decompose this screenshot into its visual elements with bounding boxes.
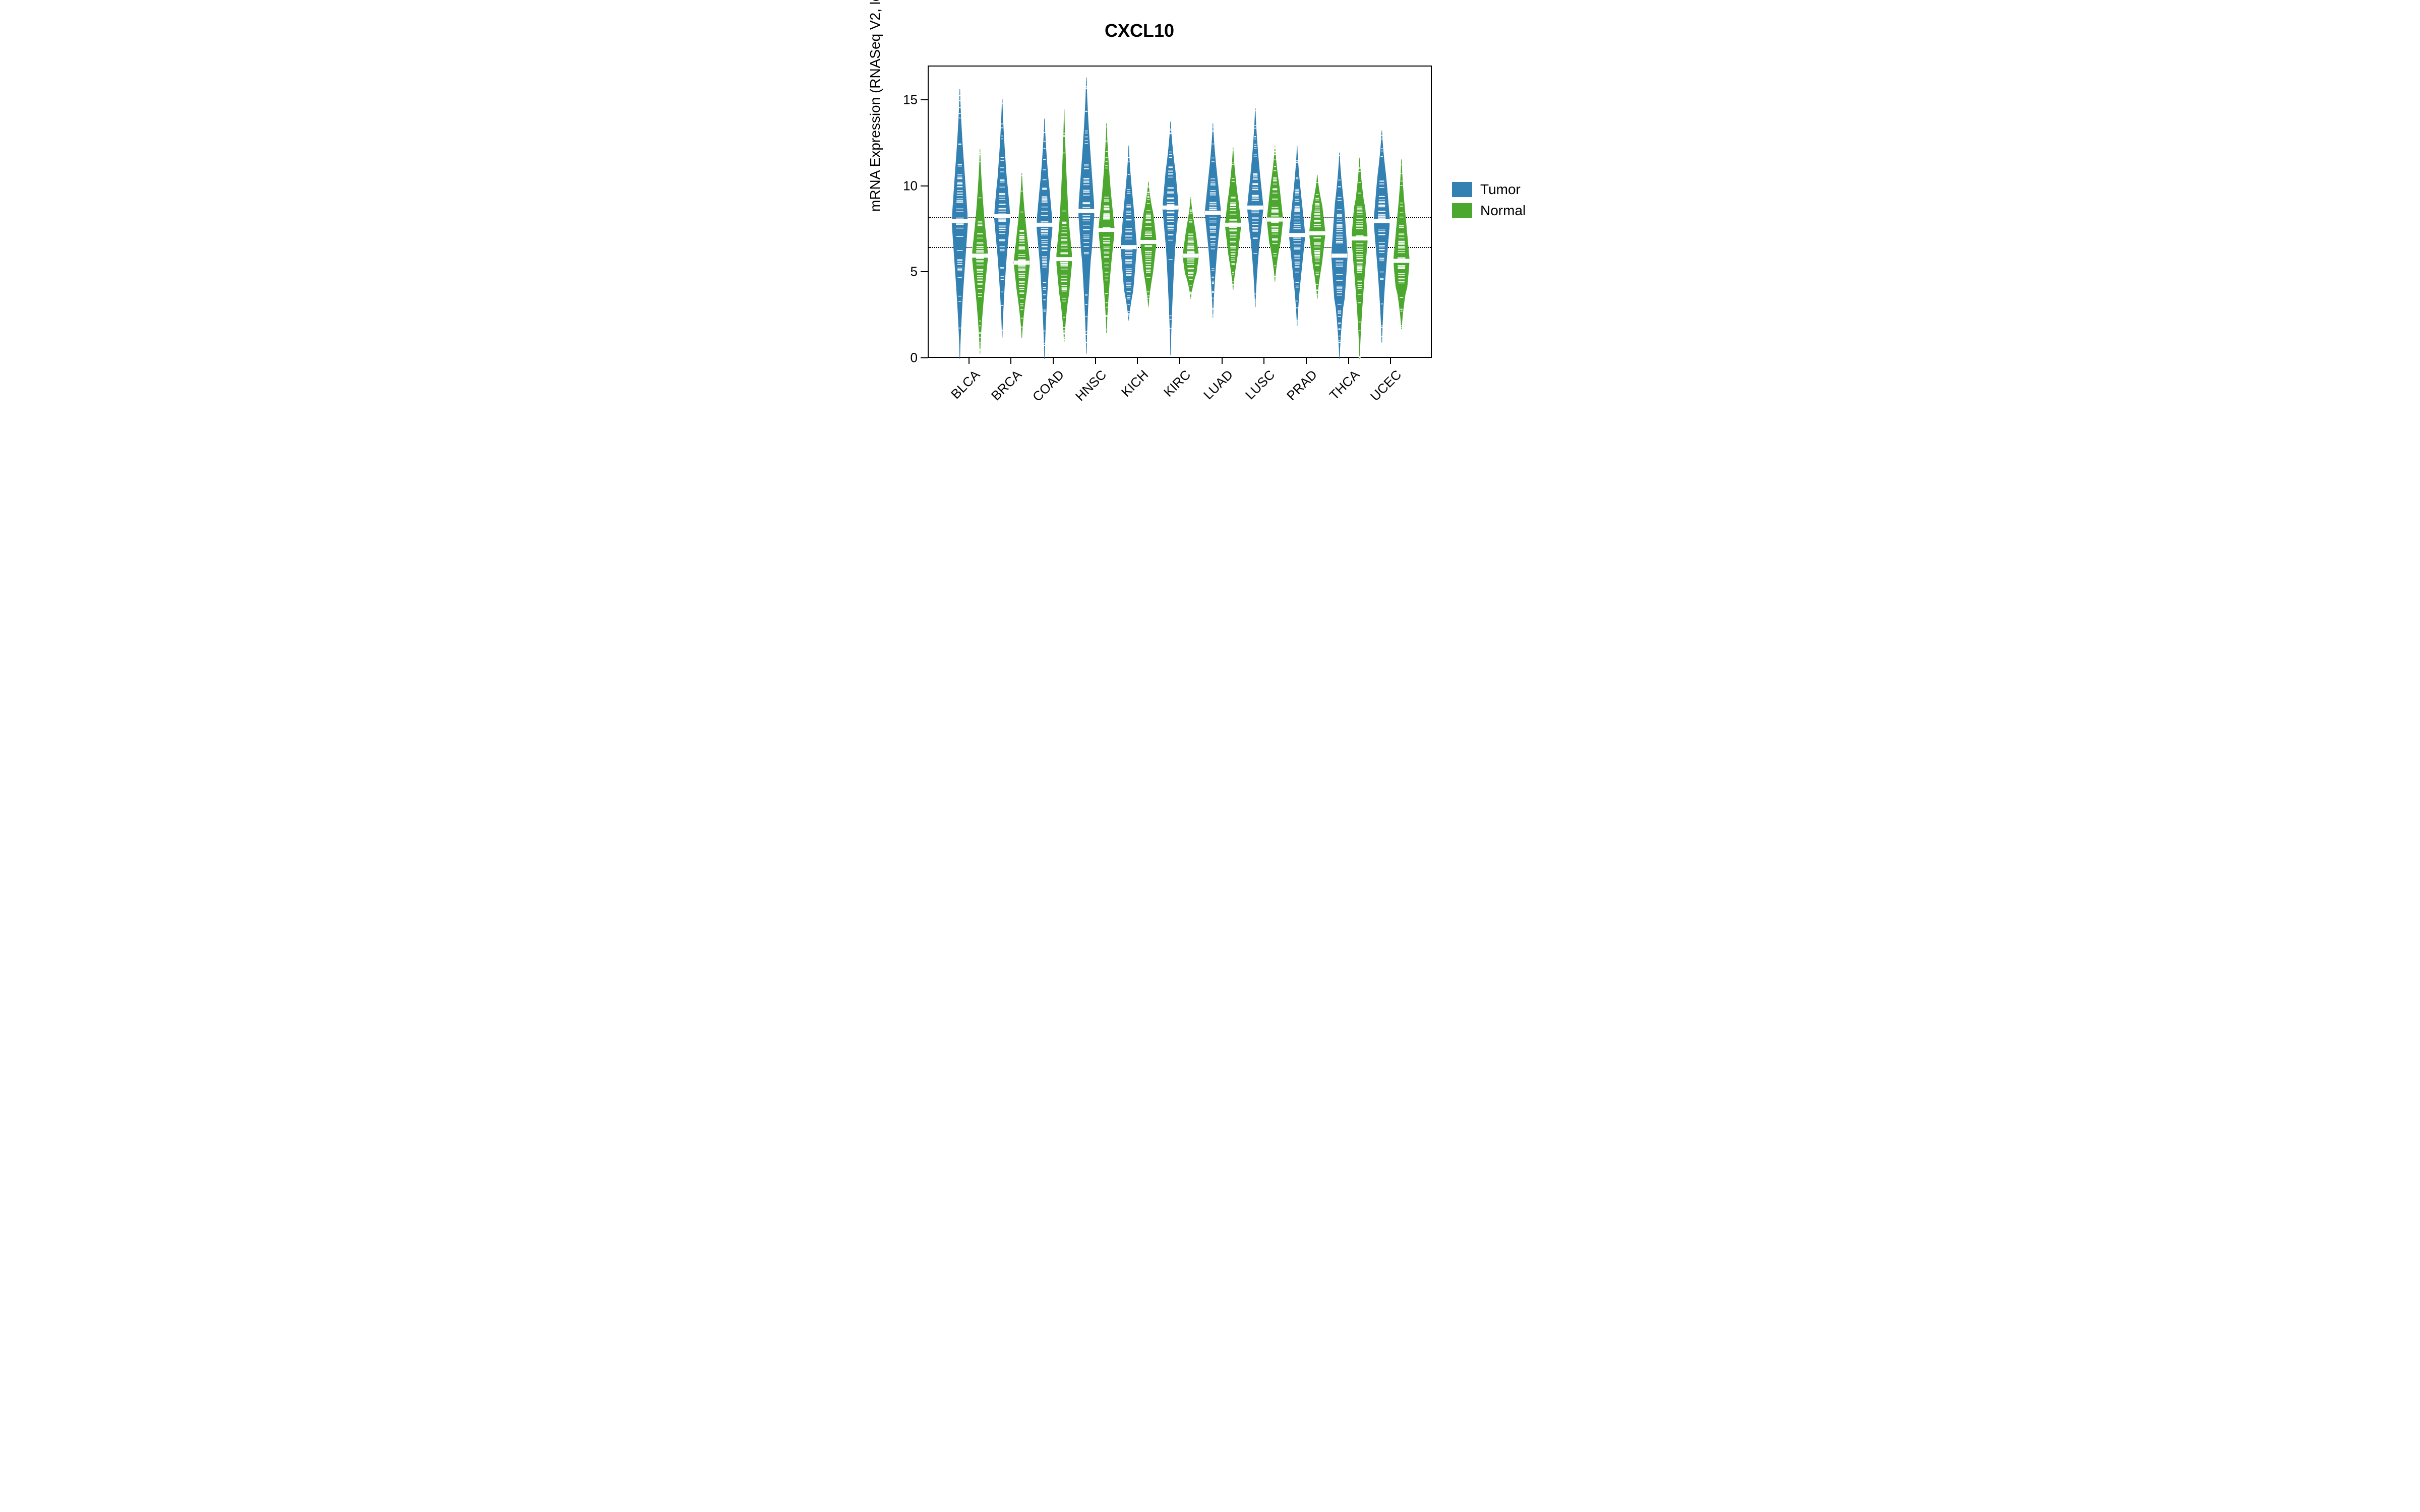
x-tick-label: KIRC [1161, 367, 1194, 400]
category-group [1163, 67, 1198, 357]
x-tick [1010, 358, 1011, 364]
x-tick [1179, 358, 1180, 364]
violin-normal [1267, 67, 1283, 357]
category-group [952, 67, 988, 357]
category-group [1289, 67, 1325, 357]
category-group [1205, 67, 1241, 357]
legend-swatch-normal [1452, 203, 1472, 218]
y-tick [921, 271, 928, 272]
legend-label-tumor: Tumor [1480, 181, 1521, 198]
x-tick [1390, 358, 1391, 364]
y-axis-label: mRNA Expression (RNASeq V2, log2) [867, 0, 883, 212]
plot-area [928, 66, 1432, 358]
x-tick [1348, 358, 1349, 364]
violin-normal [1225, 67, 1241, 357]
category-group [1332, 67, 1367, 357]
x-tick [1053, 358, 1054, 364]
x-tick-label: KICH [1118, 367, 1152, 400]
x-tick-label: LUAD [1200, 367, 1236, 403]
category-group [1078, 67, 1114, 357]
x-tick-label: LUSC [1242, 367, 1278, 403]
y-tick-label: 10 [903, 178, 918, 194]
category-group [1121, 67, 1157, 357]
violin-normal [1183, 67, 1199, 357]
violin-tumor [1121, 67, 1137, 357]
violin-tumor [1289, 67, 1305, 357]
violin-tumor [994, 67, 1010, 357]
violin-tumor [1163, 67, 1179, 357]
x-tick-label: BRCA [988, 367, 1025, 404]
violin-normal [972, 67, 988, 357]
legend-item-normal: Normal [1452, 203, 1526, 219]
violin-tumor [1078, 67, 1095, 357]
violin-normal [1394, 67, 1410, 357]
legend-swatch-tumor [1452, 182, 1472, 197]
violin-tumor [1205, 67, 1221, 357]
category-group [1037, 67, 1072, 357]
x-tick [1306, 358, 1307, 364]
violin-normal [1014, 67, 1030, 357]
x-tick-label: UCEC [1367, 367, 1405, 404]
violin-normal [1140, 67, 1157, 357]
y-tick [921, 99, 928, 100]
violin-tumor [952, 67, 968, 357]
legend-item-tumor: Tumor [1452, 181, 1526, 198]
violin-tumor [1332, 67, 1348, 357]
violin-tumor [1247, 67, 1263, 357]
violin-normal [1352, 67, 1368, 357]
y-tick-label: 5 [911, 264, 918, 280]
chart-title: CXCL10 [847, 20, 1432, 41]
y-tick-label: 0 [911, 350, 918, 366]
x-tick [1222, 358, 1223, 364]
legend: Tumor Normal [1452, 176, 1526, 224]
category-group [1247, 67, 1283, 357]
violin-normal [1056, 67, 1072, 357]
x-tick-label: COAD [1030, 367, 1067, 405]
category-group [1374, 67, 1410, 357]
x-tick [969, 358, 970, 364]
x-tick-label: HNSC [1072, 367, 1110, 404]
y-axis: 051015 [908, 66, 928, 358]
legend-label-normal: Normal [1480, 203, 1526, 219]
violin-tumor [1374, 67, 1390, 357]
x-tick [1263, 358, 1264, 364]
category-group [994, 67, 1030, 357]
x-tick [1137, 358, 1138, 364]
x-axis: BLCABRCACOADHNSCKICH KIRCLUADLUSCPRADTHCA… [928, 358, 1432, 428]
violin-normal [1099, 67, 1115, 357]
chart-container: CXCL10 mRNA Expression (RNASeq V2, log2)… [847, 0, 1573, 454]
violin-normal [1309, 67, 1325, 357]
violin-tumor [1037, 67, 1053, 357]
y-tick [921, 357, 928, 358]
y-tick [921, 185, 928, 186]
y-tick-label: 15 [903, 92, 918, 108]
x-tick [1095, 358, 1096, 364]
x-tick-label: PRAD [1284, 367, 1320, 404]
x-tick-label: BLCA [948, 367, 983, 402]
x-tick-label: THCA [1326, 367, 1362, 403]
